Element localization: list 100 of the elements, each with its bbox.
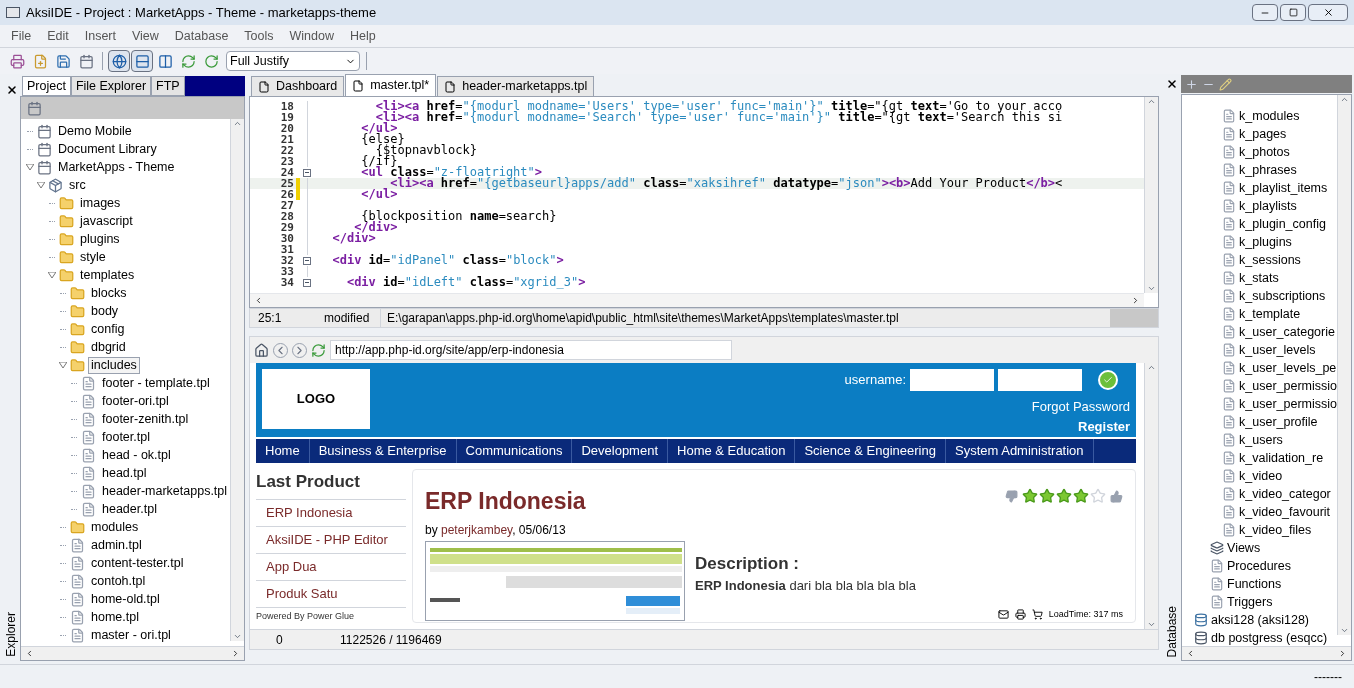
add-icon[interactable] bbox=[1185, 77, 1199, 91]
table-item[interactable]: k_user_categorie bbox=[1239, 322, 1335, 342]
editor-tab[interactable]: header-marketapps.tpl bbox=[437, 76, 595, 96]
nav-item[interactable]: Home & Education bbox=[668, 439, 796, 463]
table-item[interactable]: k_user_profile bbox=[1239, 412, 1318, 432]
fold-icon[interactable] bbox=[303, 256, 311, 265]
nav-item[interactable]: System Administration bbox=[945, 439, 1094, 463]
scrollbar[interactable] bbox=[1144, 97, 1159, 293]
table-item[interactable]: k_photos bbox=[1239, 142, 1290, 162]
side-label[interactable]: Database bbox=[1163, 605, 1182, 657]
tree-item[interactable]: head - ok.tpl bbox=[99, 446, 174, 464]
tree-item[interactable]: Procedures bbox=[1227, 556, 1291, 576]
tree-item[interactable]: footer.tpl bbox=[99, 428, 153, 446]
tree-item[interactable]: contoh.tpl bbox=[88, 572, 149, 590]
tree-item[interactable]: footer-ori.tpl bbox=[99, 392, 172, 410]
collapse-icon[interactable] bbox=[36, 181, 45, 189]
tree-item[interactable]: config bbox=[88, 320, 128, 338]
scroll-left-icon[interactable] bbox=[254, 296, 263, 305]
scroll-down-icon[interactable] bbox=[233, 632, 243, 641]
scroll-up-icon[interactable] bbox=[1147, 363, 1157, 372]
cart-icon[interactable] bbox=[1031, 608, 1043, 620]
tree-item[interactable]: master - ori.tpl bbox=[88, 626, 174, 644]
tree-item[interactable]: Demo Mobile bbox=[55, 122, 135, 140]
table-item[interactable]: k_video bbox=[1239, 466, 1283, 486]
table-item[interactable]: k_user_levels_pe bbox=[1239, 358, 1337, 378]
tree-item[interactable]: Triggers bbox=[1227, 592, 1273, 612]
star-icon[interactable] bbox=[1056, 488, 1073, 504]
tree-item[interactable]: header.tpl bbox=[99, 500, 160, 518]
tree-item[interactable]: dbgrid bbox=[88, 338, 129, 356]
tree-item[interactable]: src bbox=[66, 176, 89, 194]
collapse-icon[interactable] bbox=[25, 163, 34, 171]
scrollbar[interactable] bbox=[1337, 95, 1351, 635]
star-icon[interactable] bbox=[1073, 488, 1090, 504]
table-item[interactable]: k_plugins bbox=[1239, 232, 1292, 252]
fold-icon[interactable] bbox=[303, 278, 311, 287]
scroll-left-icon[interactable] bbox=[25, 649, 34, 658]
editor-tab[interactable]: Dashboard bbox=[251, 76, 345, 96]
printer-icon[interactable] bbox=[1014, 608, 1026, 620]
table-item[interactable]: k_modules bbox=[1239, 106, 1300, 126]
close-button[interactable] bbox=[1308, 4, 1348, 21]
thumbs-up-icon[interactable] bbox=[1110, 489, 1124, 503]
connection-item[interactable]: aksi128 (aksi128) bbox=[1211, 610, 1309, 630]
split-horizontal-icon[interactable] bbox=[131, 50, 153, 72]
scroll-down-icon[interactable] bbox=[1147, 284, 1157, 293]
menu-item[interactable]: Database bbox=[166, 26, 237, 46]
username-field[interactable] bbox=[910, 369, 995, 391]
tree-item[interactable]: blocks bbox=[88, 284, 130, 302]
nav-item[interactable]: Home bbox=[256, 439, 310, 463]
table-item[interactable]: k_user_permissio bbox=[1239, 394, 1337, 414]
menu-item[interactable]: Edit bbox=[39, 26, 77, 46]
tree-item[interactable]: footer-zenith.tpl bbox=[99, 410, 192, 428]
tree-item[interactable]: admin.tpl bbox=[88, 536, 145, 554]
table-item[interactable]: k_validation_re bbox=[1239, 448, 1324, 468]
menu-item[interactable]: Tools bbox=[236, 26, 282, 46]
scroll-down-icon[interactable] bbox=[1147, 620, 1157, 629]
forgot-password-link[interactable]: Forgot Password bbox=[1031, 397, 1131, 417]
tree-item[interactable]: footer - template.tpl bbox=[99, 374, 213, 392]
menu-item[interactable]: Insert bbox=[76, 26, 124, 46]
table-item[interactable]: k_video_categor bbox=[1239, 484, 1331, 504]
calendar-icon[interactable] bbox=[27, 100, 42, 116]
panel-tab[interactable]: Project bbox=[22, 76, 71, 96]
panel-tab[interactable]: File Explorer bbox=[70, 76, 152, 96]
password-field[interactable] bbox=[998, 369, 1083, 391]
tree-item[interactable]: Views bbox=[1227, 538, 1261, 558]
scroll-up-icon[interactable] bbox=[233, 119, 243, 128]
connection-item[interactable]: db postgress (esqcc) bbox=[1211, 628, 1328, 646]
table-item[interactable]: k_playlists bbox=[1239, 196, 1297, 216]
register-link[interactable]: Register bbox=[1078, 416, 1131, 436]
horizontal-scrollbar[interactable] bbox=[21, 646, 245, 660]
table-item[interactable]: k_pages bbox=[1239, 124, 1287, 144]
home-icon[interactable] bbox=[254, 342, 269, 358]
star-icon[interactable] bbox=[1022, 488, 1039, 504]
nav-item[interactable]: Communications bbox=[456, 439, 573, 463]
mail-icon[interactable] bbox=[997, 608, 1009, 620]
table-item[interactable]: k_video_files bbox=[1239, 520, 1312, 540]
fold-icon[interactable] bbox=[303, 168, 311, 177]
thumbs-down-icon[interactable] bbox=[1005, 489, 1019, 503]
table-item[interactable]: k_sessions bbox=[1239, 250, 1301, 270]
scrollbar[interactable] bbox=[230, 119, 245, 641]
menu-item[interactable]: Help bbox=[342, 26, 384, 46]
collapse-icon[interactable] bbox=[47, 271, 56, 279]
menu-item[interactable]: File bbox=[3, 26, 40, 46]
tree-item[interactable]: content-tester.tpl bbox=[88, 554, 187, 572]
tree-item[interactable]: Document Library bbox=[55, 140, 160, 158]
table-item[interactable]: k_stats bbox=[1239, 268, 1279, 288]
menu-item[interactable]: View bbox=[123, 26, 167, 46]
justify-dropdown[interactable]: Full Justify bbox=[226, 51, 360, 71]
collapse-icon[interactable] bbox=[58, 361, 67, 369]
table-item[interactable]: k_playlist_items bbox=[1239, 178, 1328, 198]
product-link[interactable]: Produk Satu bbox=[256, 579, 406, 607]
url-field[interactable]: http://app.php-id.org/site/app/erp-indonesia bbox=[330, 340, 732, 360]
scroll-up-icon[interactable] bbox=[1340, 95, 1349, 104]
refresh-icon[interactable] bbox=[311, 342, 326, 358]
tree-item[interactable]: style bbox=[77, 248, 109, 266]
tree-item[interactable]: Functions bbox=[1227, 574, 1282, 594]
tree-item[interactable]: head.tpl bbox=[99, 464, 150, 482]
table-item[interactable]: k_template bbox=[1239, 304, 1301, 324]
panel-tab[interactable]: FTP bbox=[151, 76, 185, 96]
tree-item[interactable]: body bbox=[88, 302, 122, 320]
product-link[interactable]: AksiIDE - PHP Editor bbox=[256, 525, 406, 553]
